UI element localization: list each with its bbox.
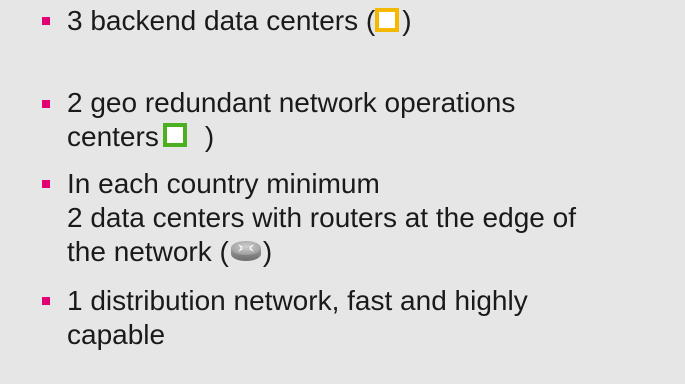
bullet-text-segment: ) [204, 121, 215, 152]
bullet-line: 2 data centers with routers at the edge … [67, 202, 576, 233]
bullet-marker [42, 17, 50, 25]
bullet-marker [42, 297, 50, 305]
bullet-text-segment: centers [67, 121, 159, 152]
bullet-text-segment: ) [402, 5, 412, 36]
router-icon [229, 238, 263, 272]
bullet-marker [42, 100, 50, 108]
bullet-line: 3 backend data centers () [67, 4, 412, 38]
bullet-line: In each country minimum [67, 168, 380, 199]
bullet-marker [42, 180, 50, 188]
bullet-text-segment: 3 backend data centers ( [67, 5, 376, 36]
bullet-line: the network () [67, 235, 576, 269]
green-square-icon [162, 123, 187, 147]
bullet-text-segment: the network ( [67, 236, 229, 267]
yellow-square-icon [375, 8, 400, 32]
slide: 3 backend data centers () 2 geo redundan… [0, 0, 685, 384]
bullet-line: 2 geo redundant network operations [67, 87, 516, 118]
bullet-line: capable [67, 319, 166, 350]
bullet-text-segment: ) [262, 236, 273, 267]
bullet-line: centers) [67, 120, 515, 154]
bullet-line: 1 distribution network, fast and highly [67, 285, 528, 316]
